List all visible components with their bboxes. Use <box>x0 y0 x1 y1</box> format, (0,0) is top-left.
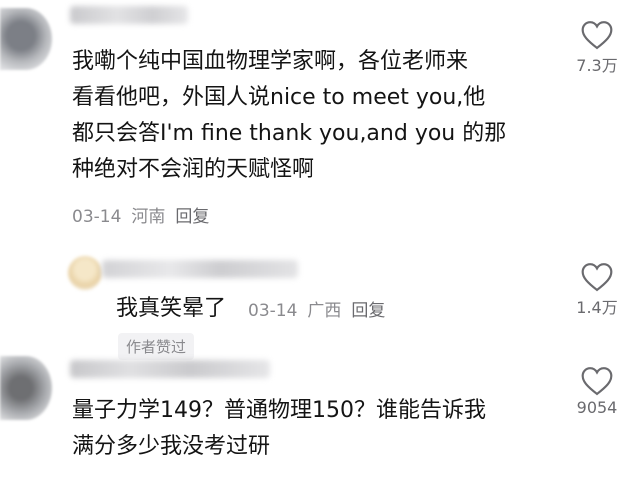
avatar[interactable] <box>68 256 102 290</box>
username-blurred[interactable] <box>70 6 188 24</box>
username-blurred[interactable] <box>102 260 298 278</box>
author-liked-badge: 作者赞过 <box>118 333 195 360</box>
like-button[interactable]: 9054 <box>574 366 620 417</box>
reply-button[interactable]: 回复 <box>351 301 385 321</box>
comment-text: 量子力学149？普通物理150？谁能告诉我 满分多少我没考过研 <box>72 398 486 459</box>
like-button[interactable]: 1.4万 <box>574 262 620 318</box>
heart-outline-icon <box>581 21 613 50</box>
like-count: 1.4万 <box>576 298 618 317</box>
comment-location: 广西 <box>307 301 342 321</box>
username-blurred[interactable] <box>70 360 270 378</box>
avatar[interactable] <box>0 356 52 420</box>
like-count: 7.3万 <box>576 56 618 75</box>
comment-location: 河南 <box>131 207 166 227</box>
comment-date: 03-14 <box>72 207 122 227</box>
comment-text: 我嘞个纯中国血物理学家啊，各位老师来 看看他吧，外国人说nice to meet… <box>72 49 507 182</box>
reply-text: 我真笑晕了 <box>116 296 227 321</box>
comment-meta: 03-14 河南 回复 <box>72 202 209 227</box>
reply-button[interactable]: 回复 <box>175 207 209 227</box>
like-button[interactable]: 7.3万 <box>574 20 620 76</box>
heart-outline-icon <box>581 263 613 292</box>
comment-meta: 03-14 广西 回复 <box>248 296 385 321</box>
heart-outline-icon <box>581 367 613 396</box>
comment-date: 03-14 <box>248 301 298 321</box>
like-count: 9054 <box>576 398 618 417</box>
avatar[interactable] <box>0 8 52 70</box>
